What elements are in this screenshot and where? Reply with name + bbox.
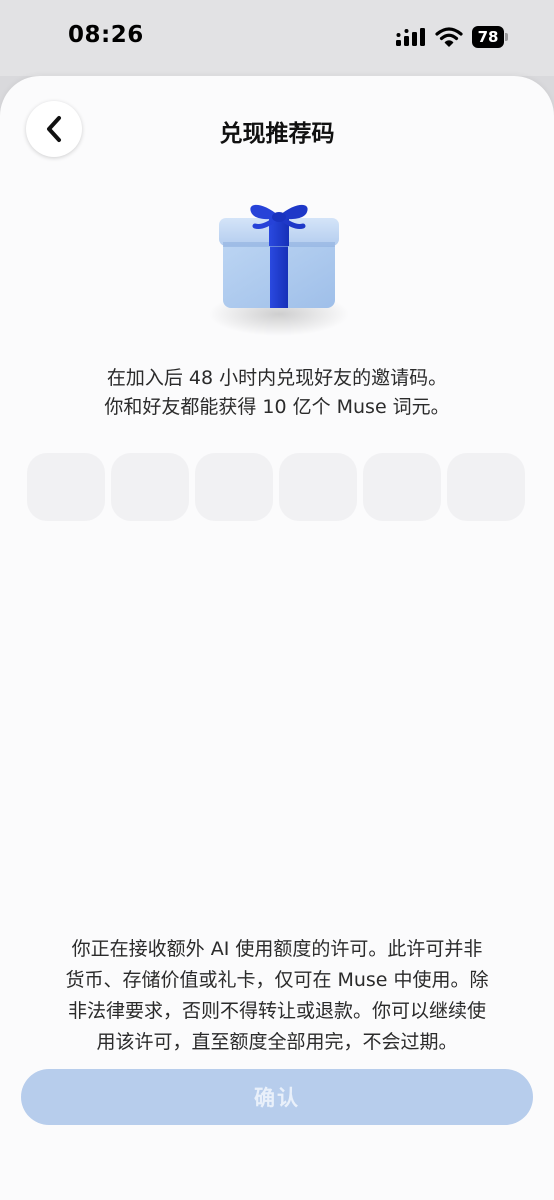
disclaimer-line-4: 用该许可，直至额度全部用完，不会过期。	[96, 1031, 458, 1053]
description: 在加入后 48 小时内兑现好友的邀请码。 你和好友都能获得 10 亿个 Muse…	[0, 364, 554, 422]
disclaimer-text: 你正在接收额外 AI 使用额度的许可。此许可并非 货币、存储价值或礼卡，仅可在 …	[22, 934, 532, 1058]
code-input-box-2[interactable]	[111, 453, 189, 521]
battery-level: 78	[472, 26, 504, 48]
signal-icon	[396, 28, 425, 46]
code-input-box-5[interactable]	[363, 453, 441, 521]
disclaimer-line-1: 你正在接收额外 AI 使用额度的许可。此许可并非	[71, 938, 483, 960]
wifi-icon	[435, 27, 463, 47]
disclaimer-line-2: 货币、存储价值或礼卡，仅可在 Muse 中使用。除	[65, 969, 489, 991]
code-input-box-1[interactable]	[27, 453, 105, 521]
status-bar: 08:26 78	[0, 0, 554, 76]
code-input-box-3[interactable]	[195, 453, 273, 521]
code-input-box-4[interactable]	[279, 453, 357, 521]
description-line-1: 在加入后 48 小时内兑现好友的邀请码。	[106, 367, 448, 389]
code-input-group	[27, 453, 525, 521]
gift-box-icon	[209, 204, 349, 336]
page-title: 兑现推荐码	[219, 121, 335, 147]
battery-icon: 78	[472, 26, 508, 48]
status-time: 08:26	[68, 22, 144, 48]
description-line-2: 你和好友都能获得 10 亿个 Muse 词元。	[104, 396, 450, 418]
disclaimer-line-3: 非法律要求，否则不得转让或退款。你可以继续使	[67, 1000, 486, 1022]
status-icons: 78	[396, 26, 508, 48]
redeem-sheet: 兑现推荐码 在加入后 48 小时内兑现好友的邀请码。 你和好友都能获得 10 亿…	[0, 76, 554, 1200]
code-input-box-6[interactable]	[447, 453, 525, 521]
confirm-button[interactable]: 确认	[21, 1069, 533, 1125]
